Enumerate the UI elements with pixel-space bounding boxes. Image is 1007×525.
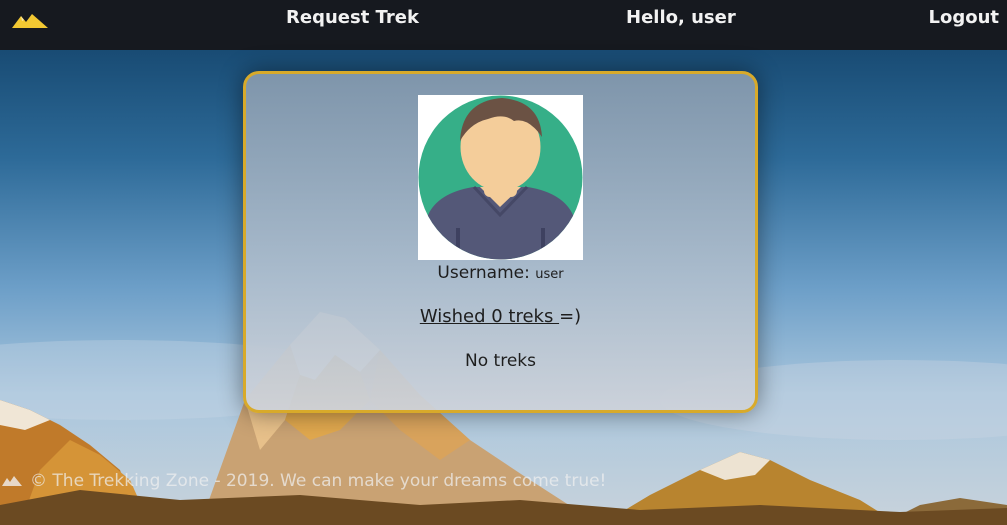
mountain-logo-icon[interactable] xyxy=(12,12,48,30)
avatar xyxy=(418,95,583,260)
footer-text: © The Trekking Zone - 2019. We can make … xyxy=(30,471,607,491)
request-trek-link[interactable]: Request Trek xyxy=(286,7,419,28)
empty-treks-message: No treks xyxy=(465,351,536,371)
username-label: Username: xyxy=(437,263,530,283)
wished-treks-link[interactable]: Wished 0 treks xyxy=(420,306,559,327)
top-navbar: Request Trek Hello, user Logout xyxy=(0,0,1007,50)
user-greeting: Hello, user xyxy=(626,7,736,28)
wished-suffix: =) xyxy=(559,306,582,327)
user-avatar-icon xyxy=(418,95,583,260)
username-line: Username: user xyxy=(246,263,755,283)
profile-card: Username: user Wished 0 treks =) No trek… xyxy=(243,71,758,413)
wished-treks-line: Wished 0 treks =) xyxy=(246,306,755,327)
footer: © The Trekking Zone - 2019. We can make … xyxy=(0,470,606,492)
footer-logo-icon xyxy=(2,476,22,486)
logout-link[interactable]: Logout xyxy=(928,7,999,28)
username-value: user xyxy=(535,267,564,282)
